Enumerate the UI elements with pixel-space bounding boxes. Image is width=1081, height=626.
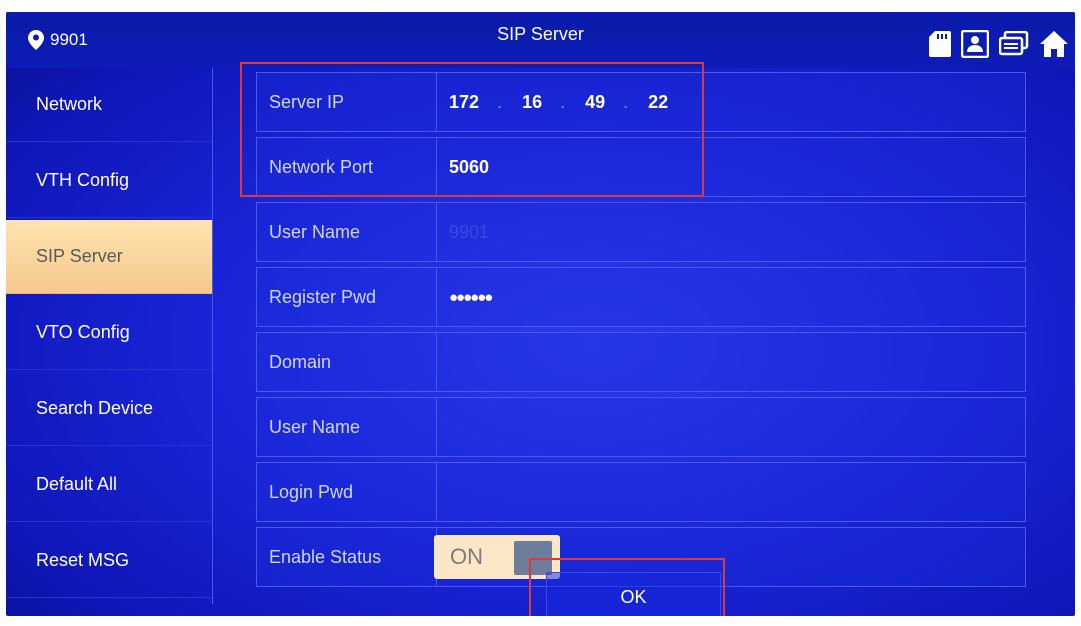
monitor-icon[interactable] — [998, 30, 1029, 62]
network-port-row: Network Port 5060 — [256, 137, 1026, 197]
ip-octet-4[interactable]: 22 — [648, 92, 668, 113]
sidebar-item-network[interactable]: Network — [6, 68, 212, 142]
sidebar-item-label: Search Device — [36, 398, 154, 418]
top-bar: 9901 SIP Server — [6, 12, 1075, 68]
user-name-field[interactable]: 9901 — [449, 203, 489, 261]
domain-row: Domain — [256, 332, 1026, 392]
contact-card-icon[interactable] — [960, 29, 990, 63]
sidebar-item-vto-config[interactable]: VTO Config — [6, 296, 212, 370]
register-pwd-label: Register Pwd — [257, 268, 437, 326]
toggle-knob[interactable] — [514, 541, 552, 575]
domain-label: Domain — [257, 333, 437, 391]
user-name-row: User Name 9901 — [256, 202, 1026, 262]
ip-octet-3[interactable]: 49 — [585, 92, 605, 113]
login-pwd-row: Login Pwd — [256, 462, 1026, 522]
user-name-label: User Name — [257, 203, 437, 261]
server-ip-label: Server IP — [257, 73, 437, 131]
enable-status-label: Enable Status — [257, 528, 437, 586]
settings-sidebar: Network VTH Config SIP Server VTO Config… — [6, 68, 213, 604]
network-port-field[interactable]: 5060 — [449, 138, 489, 196]
sidebar-item-label: SIP Server — [36, 246, 123, 266]
sidebar-item-sip-server[interactable]: SIP Server — [6, 220, 212, 294]
enable-status-toggle[interactable]: ON — [434, 535, 560, 579]
user-name-2-row: User Name — [256, 397, 1026, 457]
network-port-label: Network Port — [257, 138, 437, 196]
sidebar-item-reset-msg[interactable]: Reset MSG — [6, 524, 212, 598]
sidebar-item-label: VTH Config — [36, 170, 130, 190]
ip-octet-1[interactable]: 172 — [449, 92, 479, 113]
register-pwd-field[interactable]: ●●●●●● — [449, 268, 493, 326]
server-ip-row: Server IP 172 . 16 . 49 . 22 — [256, 72, 1026, 132]
page-title: SIP Server — [497, 24, 584, 44]
sidebar-item-default-all[interactable]: Default All — [6, 448, 212, 522]
toggle-state-text: ON — [450, 544, 483, 569]
sidebar-item-vth-config[interactable]: VTH Config — [6, 144, 212, 218]
login-pwd-label: Login Pwd — [257, 463, 437, 521]
server-ip-field[interactable]: 172 . 16 . 49 . 22 — [449, 73, 668, 131]
ip-octet-2[interactable]: 16 — [522, 92, 542, 113]
caption-strip — [0, 0, 1081, 12]
sidebar-item-label: Network — [36, 94, 103, 114]
sidebar-item-label: Reset MSG — [36, 550, 130, 570]
sd-card-icon — [929, 31, 951, 62]
home-icon[interactable] — [1039, 30, 1069, 63]
sidebar-item-label: VTO Config — [36, 322, 130, 342]
device-screen: 9901 SIP Server Network VTH Config SIP S… — [6, 12, 1075, 616]
register-pwd-row: Register Pwd ●●●●●● — [256, 267, 1026, 327]
sidebar-item-search-device[interactable]: Search Device — [6, 372, 212, 446]
sidebar-item-label: Default All — [36, 474, 118, 494]
status-icons — [929, 29, 1069, 63]
ok-button[interactable]: OK — [546, 572, 721, 616]
user-name-2-label: User Name — [257, 398, 437, 456]
